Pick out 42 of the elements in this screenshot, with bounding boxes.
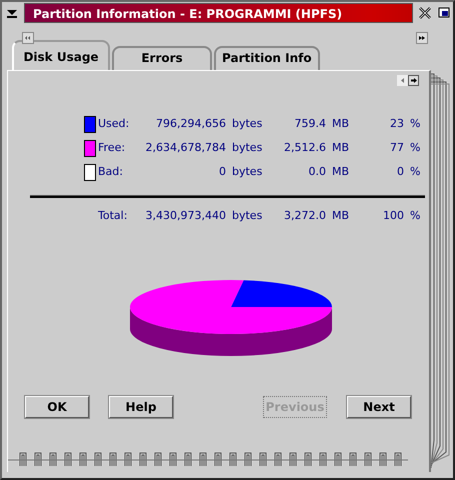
window-title: Partition Information - E: PROGRAMMI (HPFS) (24, 3, 413, 23)
close-icon[interactable] (417, 5, 433, 21)
scroll-right-icon[interactable] (416, 32, 428, 44)
unit-label: bytes (231, 208, 264, 224)
tab[interactable]: Disk Usage (12, 40, 110, 70)
row-label: Free: (98, 140, 126, 156)
percent-value: 23 (389, 116, 404, 132)
unit-label: % (409, 208, 422, 224)
percent-value: 100 (382, 208, 404, 224)
page-forward-icon[interactable] (408, 75, 419, 86)
unit-label: bytes (231, 116, 264, 132)
row-label: Used: (98, 116, 130, 132)
page-back-icon[interactable] (397, 75, 408, 86)
megabyte-value: 2,512.6 (283, 140, 326, 156)
system-menu-icon[interactable] (4, 7, 20, 19)
megabyte-value: 759.4 (294, 116, 326, 132)
dialog-button[interactable]: OK (25, 396, 89, 418)
dialog-button[interactable]: Help (109, 396, 173, 418)
unit-label: bytes (231, 164, 264, 180)
tab[interactable]: Partition Info (214, 46, 320, 70)
row-label: Total: (98, 208, 128, 224)
unit-label: MB (331, 140, 350, 156)
byte-count: 3,430,973,440 (144, 208, 226, 224)
megabyte-value: 3,272.0 (283, 208, 326, 224)
unit-label: % (409, 164, 422, 180)
byte-count: 796,294,656 (155, 116, 226, 132)
scroll-left-icon[interactable] (22, 32, 34, 44)
unit-label: MB (331, 116, 350, 132)
unit-label: MB (331, 208, 350, 224)
unit-label: bytes (231, 140, 264, 156)
megabyte-value: 0.0 (308, 164, 326, 180)
unit-label: % (409, 140, 422, 156)
dialog-button[interactable]: Next (347, 396, 411, 418)
unit-label: MB (331, 164, 350, 180)
row-label: Bad: (98, 164, 124, 180)
restore-icon[interactable] (437, 6, 451, 20)
byte-count: 0 (218, 164, 226, 180)
byte-count: 2,634,678,784 (144, 140, 226, 156)
tab[interactable]: Errors (112, 46, 212, 70)
percent-value: 77 (389, 140, 404, 156)
unit-label: % (409, 116, 422, 132)
percent-value: 0 (396, 164, 404, 180)
